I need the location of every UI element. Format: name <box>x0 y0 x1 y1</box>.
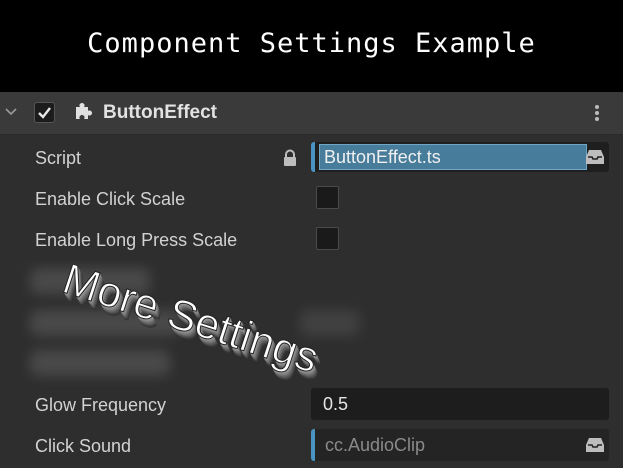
component-name: ButtonEffect <box>103 102 217 123</box>
component-header[interactable]: ButtonEffect <box>0 92 623 135</box>
click-sound-value: cc.AudioClip <box>325 435 426 455</box>
enable-click-scale-label: Enable Click Scale <box>35 189 186 209</box>
enable-long-press-scale-label: Enable Long Press Scale <box>35 230 238 250</box>
banner: Component Settings Example <box>0 0 623 92</box>
component-enabled-checkbox[interactable] <box>34 102 55 123</box>
field-accent <box>311 142 315 172</box>
glow-frequency-label: Glow Frequency <box>35 395 167 415</box>
glow-frequency-input[interactable]: 0.5 <box>311 388 609 420</box>
banner-title: Component Settings Example <box>87 27 536 59</box>
field-accent <box>311 429 315 461</box>
puzzle-icon <box>76 103 92 119</box>
lock-icon <box>284 149 296 166</box>
asset-tray-icon[interactable] <box>585 148 605 166</box>
chevron-down-icon[interactable] <box>3 104 19 120</box>
enable-long-press-scale-row: Enable Long Press Scale <box>0 221 623 259</box>
kebab-menu-icon[interactable] <box>587 102 607 124</box>
enable-long-press-scale-checkbox[interactable] <box>316 227 339 250</box>
glow-frequency-row: Glow Frequency 0.5 <box>0 386 623 424</box>
click-sound-row: Click Sound cc.AudioClip <box>0 427 623 465</box>
click-sound-field[interactable]: cc.AudioClip <box>311 429 609 461</box>
checkmark-icon <box>38 107 51 119</box>
blurred-row <box>30 350 170 376</box>
asset-tray-icon[interactable] <box>585 436 605 454</box>
click-sound-label: Click Sound <box>35 436 132 456</box>
enable-click-scale-row: Enable Click Scale <box>0 180 623 218</box>
script-value: ButtonEffect.ts <box>324 147 441 167</box>
script-field[interactable]: ButtonEffect.ts <box>311 142 609 172</box>
script-label: Script <box>35 148 82 168</box>
enable-click-scale-checkbox[interactable] <box>316 186 339 209</box>
glow-frequency-value: 0.5 <box>323 394 349 414</box>
script-row: Script ButtonEffect.ts <box>0 139 623 177</box>
